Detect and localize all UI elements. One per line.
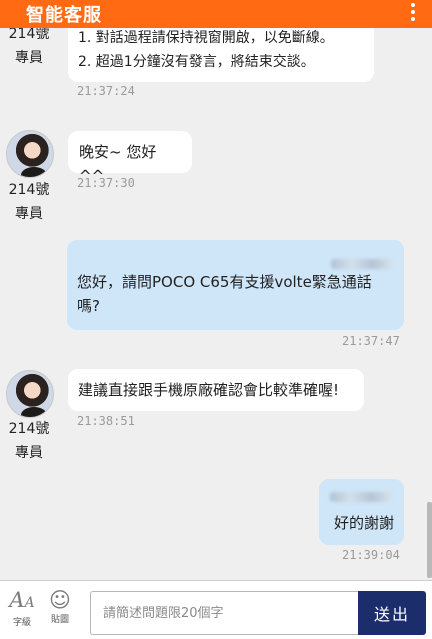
user-message-bubble: 好的謝謝 (319, 479, 404, 545)
header-title: 智能客服 (26, 5, 102, 26)
agent-label: 214號 專員 (0, 417, 58, 465)
agent-avatar (6, 130, 54, 178)
message-text: 建議直接跟手機原廠確認會比較準確喔! (78, 381, 340, 399)
send-button[interactable]: 送出 (358, 591, 426, 635)
agent-number: 214號 (8, 28, 50, 42)
font-size-label: 字級 (12, 618, 31, 628)
agent-label: 214號 專員 (0, 178, 58, 226)
message-timestamp: 21:37:24 (77, 84, 135, 98)
app-header: 智能客服 (0, 0, 432, 28)
agent-number: 214號 (8, 182, 50, 198)
redacted-user-name (330, 492, 392, 502)
sticker-button[interactable]: ☺ 貼圖 (40, 587, 80, 627)
message-text: 好的謝謝 (333, 514, 394, 532)
input-toolbar: AA 字級 ☺ 貼圖 送出 (0, 580, 432, 639)
user-message-bubble: 您好，請問POCO C65有支援volte緊急通話 嗎? (67, 240, 404, 330)
message-line: 2. 超過1分鐘沒有發言，將結束交談。 (78, 54, 315, 70)
message-bubble: 晚安~ 您好 ^^ (68, 131, 192, 185)
message-line: 嗎? (77, 297, 100, 315)
message-input[interactable] (90, 591, 358, 635)
message-line: 您好，請問POCO C65有支援volte緊急通話 (77, 273, 372, 291)
smiley-icon: ☺ (49, 588, 71, 612)
sticker-label: 貼圖 (50, 615, 69, 625)
message-bubble: 1. 對話過程請保持視窗開啟，以免斷線。 2. 超過1分鐘沒有發言，將結束交談。 (68, 28, 374, 82)
font-size-button[interactable]: AA 字級 (2, 587, 42, 630)
font-size-icon: AA (9, 588, 35, 612)
message-line: 1. 對話過程請保持視窗開啟，以免斷線。 (78, 30, 334, 46)
agent-title: 專員 (15, 50, 43, 66)
agent-title: 專員 (15, 445, 43, 461)
message-timestamp: 21:38:51 (77, 414, 135, 428)
redacted-user-name (331, 259, 393, 269)
agent-label: 214號 專員 (0, 28, 58, 70)
message-timestamp: 21:37:47 (342, 334, 400, 348)
chat-scrollbar[interactable] (427, 502, 432, 578)
agent-number: 214號 (8, 421, 50, 437)
more-vertical-icon[interactable] (410, 3, 416, 25)
agent-avatar (6, 370, 54, 418)
message-timestamp: 21:37:30 (77, 176, 135, 190)
message-timestamp: 21:39:04 (342, 548, 400, 562)
agent-title: 專員 (15, 206, 43, 222)
message-bubble: 建議直接跟手機原廠確認會比較準確喔! (68, 369, 364, 411)
chat-area[interactable]: 214號 專員 1. 對話過程請保持視窗開啟，以免斷線。 2. 超過1分鐘沒有發… (0, 28, 432, 580)
